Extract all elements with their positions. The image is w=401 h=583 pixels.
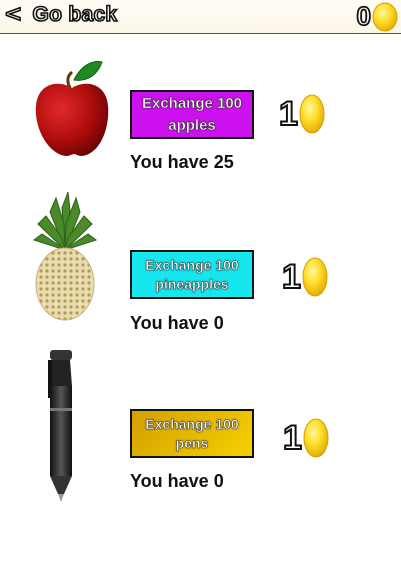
- exchange-row-pens: Exchange 100 pens 1 You have 0: [0, 342, 401, 502]
- pens-owned: You have 0: [130, 471, 229, 492]
- have-count: 25: [213, 152, 234, 172]
- go-back-button[interactable]: < Go back: [3, 1, 118, 28]
- coin-balance-count: 0: [356, 0, 372, 32]
- exchange-pineapples-label: Exchange 100 pineapples: [145, 256, 239, 292]
- have-count: 0: [213, 471, 224, 491]
- exchange-row-pineapples: Exchange 100 pineapples 1 You have 0: [0, 190, 401, 340]
- pen-icon: [48, 350, 72, 502]
- have-label: You have: [130, 313, 209, 333]
- have-count: 0: [213, 313, 224, 333]
- reward-pineapples: 1: [281, 257, 328, 297]
- top-bar: < Go back 0: [0, 0, 401, 34]
- coin-balance: 0: [356, 0, 398, 32]
- go-back-label: Go back: [32, 2, 118, 27]
- reward-amount: 1: [278, 94, 299, 134]
- exchange-row-apples: Exchange 100 apples 1 You have 25: [0, 56, 401, 196]
- exchange-apples-button[interactable]: Exchange 100 apples: [130, 90, 254, 139]
- pineapples-owned: You have 0: [130, 313, 229, 334]
- reward-amount: 1: [281, 257, 302, 297]
- gold-coin-icon: [372, 2, 398, 31]
- exchange-pineapples-button[interactable]: Exchange 100 pineapples: [130, 250, 254, 299]
- reward-amount: 1: [282, 418, 303, 458]
- apples-owned: You have 25: [130, 152, 239, 173]
- exchange-apples-label: Exchange 100 apples: [141, 94, 243, 134]
- exchange-pens-button[interactable]: Exchange 100 pens: [130, 409, 254, 458]
- have-label: You have: [130, 152, 209, 172]
- gold-coin-icon: [302, 257, 328, 297]
- reward-pens: 1: [282, 418, 329, 458]
- have-label: You have: [130, 471, 209, 491]
- reward-apples: 1: [278, 94, 325, 134]
- apple-icon: [35, 61, 109, 156]
- exchange-pens-label: Exchange 100 pens: [145, 415, 239, 451]
- back-arrow-icon: <: [3, 1, 23, 28]
- gold-coin-icon: [303, 418, 329, 458]
- pineapple-icon: [32, 191, 98, 321]
- gold-coin-icon: [299, 94, 325, 134]
